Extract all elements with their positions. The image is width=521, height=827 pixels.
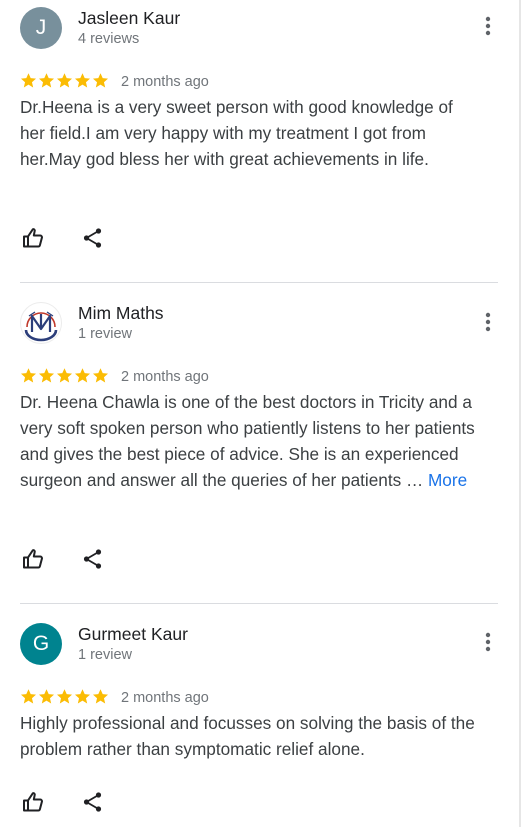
star-icon	[92, 368, 109, 383]
reviewer-name[interactable]: Gurmeet Kaur	[78, 624, 188, 645]
star-icon	[20, 368, 37, 383]
share-icon[interactable]	[80, 546, 106, 572]
reviewer-name[interactable]: Jasleen Kaur	[78, 8, 180, 29]
star-icon	[20, 73, 37, 88]
thumb-up-icon[interactable]	[20, 546, 46, 572]
star-icon	[74, 368, 91, 383]
avatar[interactable]: G	[20, 623, 62, 665]
star-rating	[20, 688, 109, 705]
star-icon	[74, 73, 91, 88]
more-vert-icon[interactable]	[476, 310, 500, 334]
star-icon	[92, 689, 109, 704]
more-vert-icon[interactable]	[476, 14, 500, 38]
review-text: Dr.Heena is a very sweet person with goo…	[20, 97, 453, 169]
star-icon	[74, 689, 91, 704]
star-rating	[20, 367, 109, 384]
divider	[20, 282, 498, 283]
thumb-up-icon[interactable]	[20, 789, 46, 815]
divider	[20, 603, 498, 604]
reviewer-review-count: 1 review	[78, 326, 132, 342]
review-text: Dr. Heena Chawla is one of the best doct…	[20, 392, 475, 490]
star-icon	[56, 73, 73, 88]
review-date: 2 months ago	[121, 690, 209, 706]
star-rating	[20, 72, 109, 89]
share-icon[interactable]	[80, 225, 106, 251]
star-icon	[38, 73, 55, 88]
review-text: Highly professional and focusses on solv…	[20, 713, 475, 759]
star-icon	[92, 73, 109, 88]
star-icon	[38, 368, 55, 383]
more-link[interactable]: More	[428, 470, 467, 490]
more-vert-icon[interactable]	[476, 630, 500, 654]
avatar[interactable]: J	[20, 7, 62, 49]
share-icon[interactable]	[80, 789, 106, 815]
mim-maths-logo[interactable]	[20, 302, 62, 344]
star-icon	[56, 689, 73, 704]
review-text-block: Dr. Heena Chawla is one of the best doct…	[20, 389, 475, 493]
reviewer-name[interactable]: Mim Maths	[78, 303, 164, 324]
avatar-initial: J	[35, 16, 47, 39]
star-icon	[56, 368, 73, 383]
thumb-up-icon[interactable]	[20, 225, 46, 251]
avatar-initial: G	[32, 632, 50, 655]
star-icon	[20, 689, 37, 704]
star-icon	[38, 689, 55, 704]
reviewer-review-count: 1 review	[78, 647, 132, 663]
review-date: 2 months ago	[121, 369, 209, 385]
review-date: 2 months ago	[121, 74, 209, 90]
reviewer-review-count: 4 reviews	[78, 31, 140, 47]
